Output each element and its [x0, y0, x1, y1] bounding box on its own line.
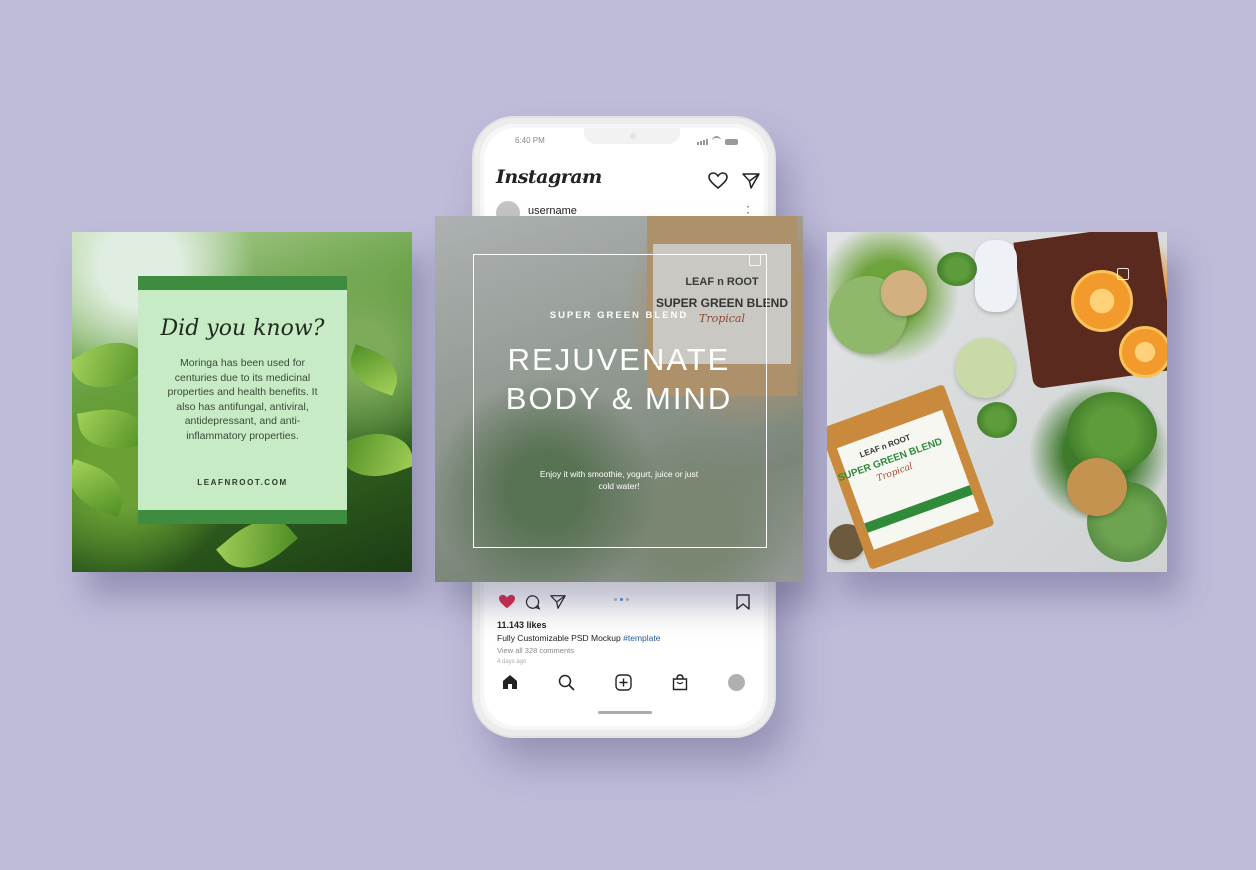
phone-notch — [584, 128, 680, 144]
post-card-rejuvenate: LEAF n ROOT SUPER GREEN BLEND Tropical S… — [435, 216, 803, 582]
profile-avatar[interactable] — [728, 674, 745, 691]
front-camera — [630, 133, 636, 139]
info-box: Did you know? Moringa has been used for … — [138, 276, 347, 524]
info-title: Did you know? — [160, 316, 325, 341]
post-caption: Fully Customizable PSD Mockup #template — [497, 633, 660, 643]
home-indicator — [598, 711, 652, 714]
signal-icon — [697, 139, 708, 145]
carousel-dot — [626, 598, 629, 601]
post-timestamp: 4 days ago — [497, 659, 527, 665]
website-url: LEAFNROOT.COM — [197, 478, 288, 487]
post-card-product-flatlay: LEAF n ROOT SUPER GREEN BLEND Tropical — [827, 232, 1167, 572]
send-icon[interactable] — [742, 172, 760, 190]
milk-glass — [975, 240, 1017, 312]
home-icon[interactable] — [502, 674, 518, 690]
leaf-shape — [343, 344, 405, 396]
shop-icon[interactable] — [672, 674, 688, 691]
kicker-text: SUPER GREEN BLEND — [549, 310, 689, 321]
multi-image-icon — [1117, 268, 1129, 280]
herb-sprig — [977, 402, 1017, 438]
leaf-shape — [76, 402, 148, 456]
post-card-did-you-know: Did you know? Moringa has been used for … — [72, 232, 412, 572]
carousel-dot-active — [620, 598, 623, 601]
info-band-bottom — [138, 510, 347, 524]
battery-icon — [725, 139, 738, 145]
caption-hashtag[interactable]: #template — [623, 633, 660, 643]
broccoli — [937, 252, 977, 286]
status-icons — [697, 136, 738, 145]
subtext: Enjoy it with smoothie, yogurt, juice or… — [539, 469, 699, 491]
lime-bowl — [1067, 458, 1127, 516]
search-icon[interactable] — [558, 674, 575, 691]
add-post-icon[interactable] — [615, 674, 632, 691]
caption-text: Fully Customizable PSD Mockup — [497, 633, 624, 643]
like-heart-icon[interactable] — [498, 594, 516, 610]
multi-image-icon — [749, 254, 761, 266]
leaf-shape — [336, 421, 412, 489]
bookmark-icon[interactable] — [736, 594, 750, 610]
info-band-top — [138, 276, 347, 290]
wifi-icon — [712, 136, 721, 145]
info-body: Moringa has been used for centuries due … — [167, 357, 318, 442]
headline: REJUVENATE BODY & MIND — [505, 342, 733, 416]
orange-slice — [1119, 326, 1167, 378]
share-icon[interactable] — [550, 594, 566, 610]
carousel-dots — [614, 598, 629, 601]
heart-icon[interactable] — [708, 172, 728, 190]
kale-bunch — [1067, 392, 1157, 472]
comment-icon[interactable] — [524, 594, 541, 610]
likes-count[interactable]: 11.143 likes — [497, 620, 547, 630]
status-time: 6:40 PM — [515, 136, 545, 145]
chevron-down-icon[interactable]: ⌄ — [580, 172, 588, 183]
leaf-shape — [72, 458, 132, 518]
carousel-dot — [614, 598, 617, 601]
matcha-bowl — [955, 338, 1015, 398]
view-comments-link[interactable]: View all 328 comments — [497, 646, 574, 655]
spice-bowl — [881, 270, 927, 316]
